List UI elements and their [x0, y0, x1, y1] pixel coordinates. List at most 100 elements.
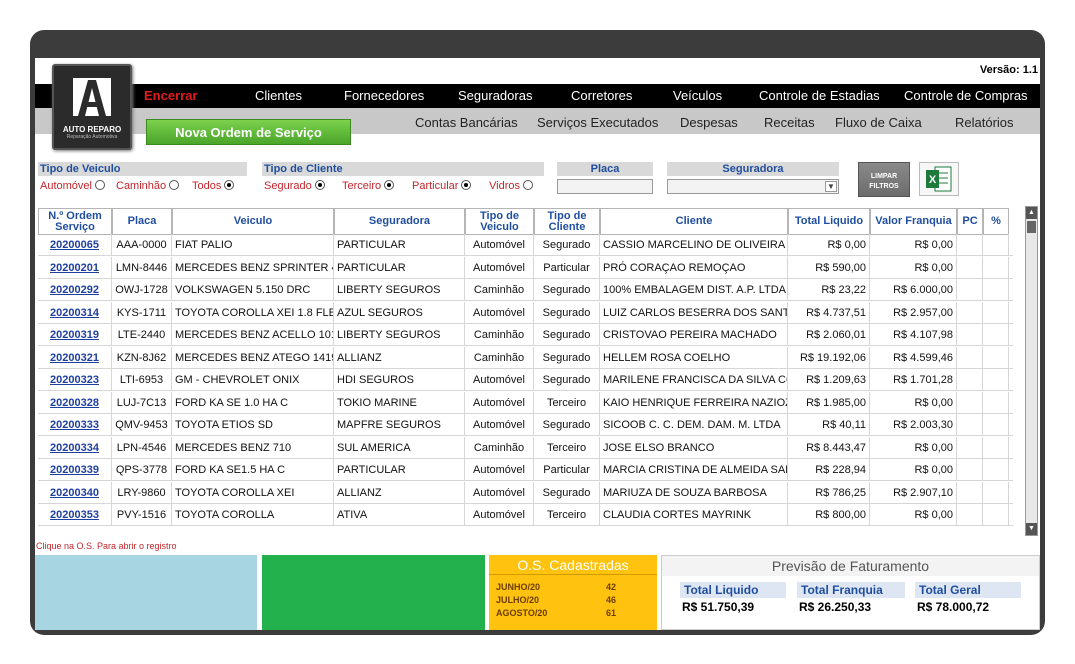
cell-placa: OWJ-1728	[112, 279, 172, 301]
os-number-link[interactable]: 20200333	[38, 414, 112, 436]
table-row[interactable]: 20200333 QMV-9453 TOYOTA ETIOS SD MAPFRE…	[38, 414, 1013, 436]
cell-tipo-cliente: Segurado	[534, 369, 600, 391]
menu-controle-compras[interactable]: Controle de Compras	[904, 88, 1028, 103]
menu-controle-estadias[interactable]: Controle de Estadias	[759, 88, 880, 103]
os-number-link[interactable]: 20200201	[38, 256, 112, 279]
menu-veiculos[interactable]: Veículos	[673, 88, 722, 103]
cell-placa: AAA-0000	[112, 234, 172, 256]
checkbox-terceiro[interactable]: Terceiro	[342, 180, 395, 192]
radio-todos[interactable]: Todos	[192, 180, 235, 192]
os-number-link[interactable]: 20200292	[38, 279, 112, 301]
blue-panel	[35, 555, 257, 630]
table-row[interactable]: 20200321 KZN-8J62 MERCEDES BENZ ATEGO 14…	[38, 346, 1013, 369]
table-row[interactable]: 20200292 OWJ-1728 VOLKSWAGEN 5.150 DRC L…	[38, 279, 1013, 301]
col-header-tipo-cliente[interactable]: Tipo de Cliente	[534, 208, 600, 235]
table-row[interactable]: 20200314 KYS-1711 TOYOTA COROLLA XEI 1.8…	[38, 301, 1013, 324]
cell-cliente: CRISTOVAO PEREIRA MACHADO	[600, 324, 788, 346]
menu-seguradoras[interactable]: Seguradoras	[458, 88, 532, 103]
cell-pc	[957, 256, 983, 279]
cell-percent	[983, 459, 1009, 481]
cell-pc	[957, 324, 983, 346]
table-row[interactable]: 20200328 LUJ-7C13 FORD KA SE 1.0 HA C TO…	[38, 391, 1013, 414]
os-number-link[interactable]: 20200321	[38, 346, 112, 369]
green-panel	[262, 555, 485, 630]
menu-clientes[interactable]: Clientes	[255, 88, 302, 103]
cell-valor-franquia: R$ 6.000,00	[870, 279, 957, 301]
col-header-valor-franquia[interactable]: Valor Franquia	[870, 208, 957, 235]
os-number-link[interactable]: 20200353	[38, 504, 112, 526]
menu-fluxo-caixa[interactable]: Fluxo de Caixa	[835, 115, 922, 130]
checkbox-vidros[interactable]: Vidros	[489, 180, 533, 192]
os-number-link[interactable]: 20200065	[38, 234, 112, 256]
cell-placa: QMV-9453	[112, 414, 172, 436]
menu-fornecedores[interactable]: Fornecedores	[344, 88, 424, 103]
cell-cliente: KAIO HENRIQUE FERREIRA NAZIOZENO	[600, 391, 788, 414]
table-row[interactable]: 20200334 LPN-4546 MERCEDES BENZ 710 SUL …	[38, 436, 1013, 459]
menu-corretores[interactable]: Corretores	[571, 88, 632, 103]
os-registered-title: O.S. Cadastradas	[489, 555, 657, 575]
cell-cliente: MARILENE FRANCISCA DA SILVA CORREA	[600, 369, 788, 391]
plate-filter-input[interactable]	[557, 179, 653, 194]
cell-percent	[983, 436, 1009, 459]
col-header-seguradora[interactable]: Seguradora	[334, 208, 465, 235]
insurer-filter-select[interactable]: ▼	[667, 179, 839, 194]
table-row[interactable]: 20200340 LRY-9860 TOYOTA COROLLA XEI ALL…	[38, 481, 1013, 504]
os-number-link[interactable]: 20200328	[38, 391, 112, 414]
cell-valor-franquia: R$ 0,00	[870, 234, 957, 256]
os-number-link[interactable]: 20200334	[38, 436, 112, 459]
table-row[interactable]: 20200353 PVY-1516 TOYOTA COROLLA ATIVA A…	[38, 504, 1013, 526]
cell-valor-franquia: R$ 0,00	[870, 391, 957, 414]
radio-caminhao[interactable]: Caminhão	[116, 180, 180, 192]
cell-veiculo: FORD KA SE 1.0 HA C	[172, 391, 334, 414]
cell-total-liquido: R$ 8.443,47	[788, 436, 870, 459]
logo-a-icon	[73, 78, 111, 116]
scroll-thumb[interactable]	[1027, 221, 1036, 233]
chevron-down-icon[interactable]: ▼	[825, 181, 837, 192]
cell-tipo-veiculo: Automóvel	[465, 414, 534, 436]
cell-percent	[983, 504, 1009, 526]
menu-contas-bancarias[interactable]: Contas Bancárias	[415, 115, 518, 130]
excel-icon: X	[926, 166, 952, 192]
table-scrollbar[interactable]: ▲ ▼	[1025, 206, 1038, 536]
menu-despesas[interactable]: Despesas	[680, 115, 738, 130]
open-record-hint: Clique na O.S. Para abrir o registro	[36, 541, 177, 551]
col-header-cliente[interactable]: Cliente	[600, 208, 788, 235]
col-header-percent[interactable]: %	[983, 208, 1009, 235]
cell-percent	[983, 414, 1009, 436]
col-header-pc[interactable]: PC	[957, 208, 983, 235]
cell-seguradora: LIBERTY SEGUROS	[334, 279, 465, 301]
menu-encerrar[interactable]: Encerrar	[144, 88, 197, 103]
table-row[interactable]: 20200323 LTI-6953 GM - CHEVROLET ONIX HD…	[38, 369, 1013, 391]
os-number-link[interactable]: 20200323	[38, 369, 112, 391]
cell-pc	[957, 279, 983, 301]
menu-receitas[interactable]: Receitas	[764, 115, 815, 130]
os-number-link[interactable]: 20200340	[38, 481, 112, 504]
os-number-link[interactable]: 20200314	[38, 301, 112, 324]
menu-servicos-executados[interactable]: Serviços Executados	[537, 115, 658, 130]
cell-veiculo: FORD KA SE1.5 HA C	[172, 459, 334, 481]
col-header-veiculo[interactable]: Veiculo	[172, 208, 334, 235]
radio-automovel[interactable]: Automóvel	[40, 180, 105, 192]
menu-relatorios[interactable]: Relatórios	[955, 115, 1014, 130]
cell-pc	[957, 481, 983, 504]
cell-pc	[957, 301, 983, 324]
col-header-tipo-veiculo[interactable]: Tipo de Veiculo	[465, 208, 534, 235]
table-row[interactable]: 20200065 AAA-0000 FIAT PALIO PARTICULAR …	[38, 234, 1013, 256]
col-header-os[interactable]: N.º Ordem Serviço	[38, 208, 112, 235]
new-service-order-button[interactable]: Nova Ordem de Serviço	[146, 119, 351, 145]
table-row[interactable]: 20200339 QPS-3778 FORD KA SE1.5 HA C PAR…	[38, 459, 1013, 481]
table-row[interactable]: 20200201 LMN-8446 MERCEDES BENZ SPRINTER…	[38, 256, 1013, 279]
checkbox-segurado[interactable]: Segurado	[264, 180, 325, 192]
col-header-placa[interactable]: Placa	[112, 208, 172, 235]
os-number-link[interactable]: 20200339	[38, 459, 112, 481]
cell-seguradora: LIBERTY SEGUROS	[334, 324, 465, 346]
scroll-up-icon[interactable]: ▲	[1026, 207, 1037, 219]
scroll-down-icon[interactable]: ▼	[1026, 523, 1037, 535]
table-row[interactable]: 20200319 LTE-2440 MERCEDES BENZ ACELLO 1…	[38, 324, 1013, 346]
os-number-link[interactable]: 20200319	[38, 324, 112, 346]
clear-filters-button[interactable]: LIMPAR FILTROS	[858, 162, 910, 197]
excel-export-button[interactable]: X	[919, 162, 959, 196]
cell-valor-franquia: R$ 0,00	[870, 256, 957, 279]
checkbox-particular[interactable]: Particular	[412, 180, 472, 192]
col-header-total-liquido[interactable]: Total Liquido	[788, 208, 870, 235]
